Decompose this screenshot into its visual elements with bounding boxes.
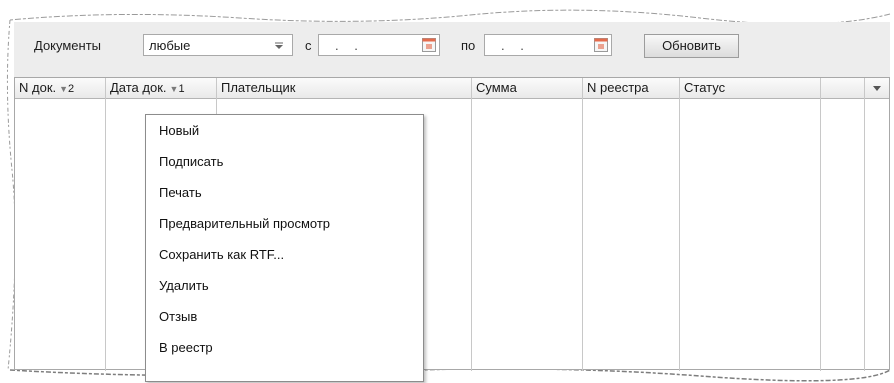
column-header-amount[interactable]: Сумма xyxy=(472,78,583,99)
documents-panel: Документы любые с . . по . . Обновить N … xyxy=(14,22,890,382)
menu-item-preview[interactable]: Предварительный просмотр xyxy=(159,216,330,231)
column-header-doc-number[interactable]: N док. ▼2 xyxy=(15,78,106,99)
date-to-label: по xyxy=(461,38,476,53)
column-header-registry-number[interactable]: N реестра xyxy=(583,78,680,99)
column-header-status[interactable]: Статус xyxy=(680,78,821,99)
date-from-value: . . xyxy=(335,38,364,53)
documents-label: Документы xyxy=(34,38,102,53)
date-to-value: . . xyxy=(501,38,530,53)
calendar-icon[interactable] xyxy=(594,38,608,52)
column-divider xyxy=(864,78,865,371)
menu-item-new[interactable]: Новый xyxy=(159,123,199,138)
menu-item-delete[interactable]: Удалить xyxy=(159,278,209,293)
dropdown-arrow-icon[interactable] xyxy=(266,35,292,55)
date-from-field[interactable]: . . xyxy=(318,34,440,56)
column-divider xyxy=(582,78,583,371)
column-divider xyxy=(820,78,821,371)
documents-type-value: любые xyxy=(149,38,191,53)
column-divider xyxy=(105,78,106,371)
date-to-field[interactable]: . . xyxy=(484,34,612,56)
column-header-doc-date[interactable]: Дата док. ▼1 xyxy=(106,78,217,99)
column-divider xyxy=(679,78,680,371)
menu-item-revoke[interactable]: Отзыв xyxy=(159,309,197,324)
column-chooser-icon[interactable] xyxy=(865,78,889,99)
menu-item-sign[interactable]: Подписать xyxy=(159,154,223,169)
menu-item-print[interactable]: Печать xyxy=(159,185,202,200)
documents-type-select[interactable]: любые xyxy=(143,34,293,56)
menu-item-save-rtf[interactable]: Сохранить как RTF... xyxy=(159,247,284,262)
date-from-label: с xyxy=(305,38,312,53)
table-header: N док. ▼2 Дата док. ▼1 Плательщик Сумма N … xyxy=(15,78,889,99)
refresh-button[interactable]: Обновить xyxy=(644,34,739,58)
column-divider xyxy=(471,78,472,371)
calendar-icon[interactable] xyxy=(422,38,436,52)
menu-item-to-registry[interactable]: В реестр xyxy=(159,340,213,355)
sort-desc-icon: ▼ xyxy=(59,84,69,94)
filter-bar: Документы любые с . . по . . Обновить xyxy=(14,22,890,70)
column-header-payer[interactable]: Плательщик xyxy=(217,78,472,99)
context-menu: Новый Подписать Печать Предварительный п… xyxy=(145,114,424,382)
